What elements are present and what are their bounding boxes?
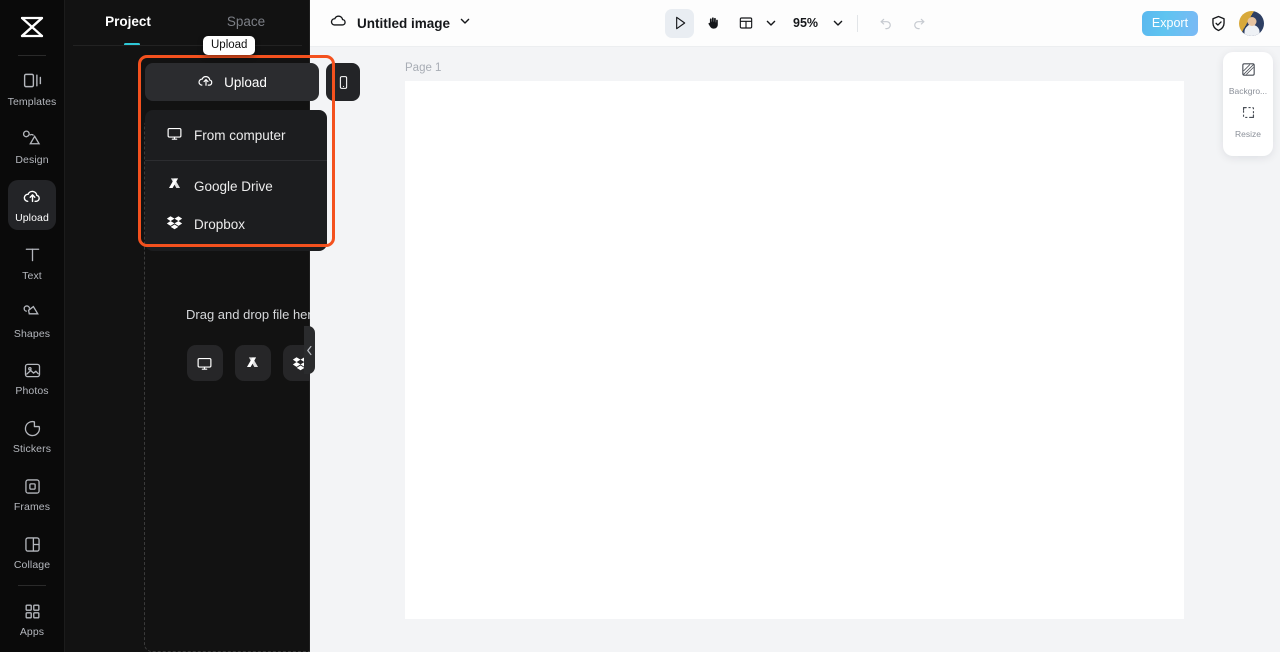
sidebar-item-label: Collage: [14, 559, 50, 571]
canvas-workspace[interactable]: Page 1: [310, 47, 1280, 652]
undo-icon: [878, 15, 894, 31]
menu-item-google-drive[interactable]: Google Drive: [145, 167, 327, 205]
top-toolbar: Untitled image: [310, 0, 1280, 47]
sidebar-item-collage[interactable]: Collage: [8, 527, 56, 577]
sidebar-item-shapes[interactable]: Shapes: [8, 296, 56, 346]
sidebar-item-design[interactable]: Design: [8, 122, 56, 172]
dropbox-icon: [166, 214, 183, 234]
sidebar-item-apps[interactable]: Apps: [8, 594, 56, 644]
panel-collapse-handle[interactable]: [304, 326, 315, 374]
resize-button[interactable]: Resize: [1225, 104, 1271, 139]
background-pattern-icon: [1240, 61, 1257, 83]
zoom-caret-icon[interactable]: [832, 17, 844, 29]
chevron-down-icon[interactable]: [459, 14, 471, 32]
hand-pan-icon: [705, 15, 721, 31]
frames-icon: [22, 475, 43, 497]
layout-grid-icon: [738, 15, 754, 31]
upload-cloud-icon: [22, 186, 43, 208]
document-title-group: Untitled image: [329, 11, 471, 35]
sidebar-item-stickers[interactable]: Stickers: [8, 411, 56, 461]
left-rail: Templates Design Upload: [0, 0, 65, 652]
resize-button-label: Resize: [1235, 129, 1261, 139]
toolbar-divider: [857, 15, 858, 32]
sidebar-item-label: Design: [15, 154, 48, 166]
upload-button-label: Upload: [224, 75, 267, 90]
sidebar-item-frames[interactable]: Frames: [8, 469, 56, 519]
photos-icon: [22, 359, 43, 381]
capcut-logo-icon[interactable]: [16, 13, 48, 41]
panel-tabs: Project Space: [65, 0, 309, 44]
cursor-select-tool[interactable]: [665, 9, 694, 38]
sidebar-item-label: Templates: [8, 96, 57, 108]
sidebar-item-label: Upload: [15, 212, 49, 224]
page-label: Page 1: [405, 62, 441, 74]
monitor-icon: [196, 355, 213, 372]
rail-divider-bottom: [18, 585, 46, 586]
background-button[interactable]: Backgro...: [1225, 61, 1271, 96]
layout-tool[interactable]: [731, 9, 760, 38]
sidebar-item-upload[interactable]: Upload: [8, 180, 56, 230]
google-drive-icon: [244, 355, 261, 372]
mobile-phone-icon: [336, 75, 351, 90]
sidebar-item-label: Photos: [15, 385, 48, 397]
editor-root: Templates Design Upload: [0, 0, 1280, 652]
sidebar-item-label: Frames: [14, 501, 50, 513]
export-button[interactable]: Export: [1142, 11, 1198, 36]
templates-icon: [22, 70, 43, 92]
zoom-level[interactable]: 95%: [793, 16, 818, 30]
sidebar-item-label: Apps: [20, 626, 44, 638]
shield-check-icon[interactable]: [1209, 14, 1228, 33]
upload-cloud-icon: [197, 72, 215, 93]
upload-button[interactable]: Upload: [145, 63, 319, 101]
topbar-actions: Export: [1142, 11, 1264, 36]
design-icon: [22, 128, 43, 150]
shapes-icon: [22, 302, 43, 324]
upload-from-mobile-button[interactable]: [326, 63, 360, 101]
sidebar-item-label: Shapes: [14, 328, 50, 340]
sidebar-item-text[interactable]: Text: [8, 238, 56, 288]
text-icon: [22, 244, 43, 266]
google-drive-icon: [166, 176, 183, 196]
collage-icon: [22, 533, 43, 555]
upload-tooltip: Upload: [203, 36, 255, 55]
sidebar-item-label: Text: [22, 270, 42, 282]
background-button-label: Backgro...: [1229, 86, 1267, 96]
upload-panel: Project Space Drag and drop file here: [65, 0, 310, 652]
layout-caret-icon[interactable]: [765, 17, 777, 29]
chevron-left-icon: [306, 345, 313, 356]
hand-pan-tool[interactable]: [698, 9, 727, 38]
avatar[interactable]: [1239, 11, 1264, 36]
sidebar-item-label: Stickers: [13, 443, 51, 455]
apps-grid-icon: [23, 600, 42, 622]
dropzone-from-computer-button[interactable]: [187, 345, 223, 381]
tab-project[interactable]: Project: [69, 0, 187, 44]
menu-item-from-computer[interactable]: From computer: [145, 116, 327, 154]
upload-source-menu: From computer Google Drive Dro: [145, 110, 327, 251]
sidebar-item-templates[interactable]: Templates: [8, 64, 56, 114]
redo-icon: [911, 15, 927, 31]
rail-divider-top: [18, 55, 46, 56]
menu-item-label: Google Drive: [194, 179, 273, 194]
sidebar-item-photos[interactable]: Photos: [8, 353, 56, 403]
canvas-page[interactable]: [405, 81, 1184, 619]
document-title[interactable]: Untitled image: [357, 16, 450, 31]
canvas-side-panel: Backgro... Resize: [1223, 52, 1273, 156]
resize-icon: [1240, 104, 1257, 126]
monitor-icon: [166, 125, 183, 145]
cloud-save-icon: [329, 11, 348, 35]
undo-button[interactable]: [871, 9, 900, 38]
panel-header-divider: [73, 45, 302, 46]
cursor-select-icon: [672, 15, 688, 31]
stickers-icon: [22, 417, 43, 439]
dropzone-google-drive-button[interactable]: [235, 345, 271, 381]
canvas-tools-group: 95%: [665, 9, 933, 38]
upload-action-row: Upload: [145, 63, 360, 101]
menu-divider: [145, 160, 327, 161]
redo-button[interactable]: [904, 9, 933, 38]
menu-item-label: From computer: [194, 128, 286, 143]
menu-item-dropbox[interactable]: Dropbox: [145, 205, 327, 243]
menu-item-label: Dropbox: [194, 217, 245, 232]
